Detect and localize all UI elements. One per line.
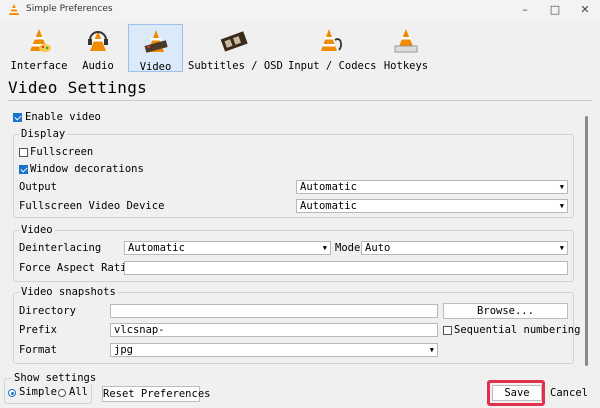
directory-label: Directory <box>19 305 76 317</box>
tab-label: Interface <box>10 60 68 72</box>
simple-label: Simple <box>19 386 57 398</box>
sequential-numbering-checkbox[interactable] <box>443 326 452 335</box>
maximize-button[interactable]: □ <box>540 0 570 20</box>
title-bar[interactable]: Simple Preferences – □ ✕ <box>0 0 600 20</box>
directory-input[interactable] <box>110 304 438 318</box>
display-group-title: Display <box>19 128 68 140</box>
window-title: Simple Preferences <box>26 4 113 14</box>
mode-select[interactable]: Auto ▼ <box>361 241 568 255</box>
cone-palette-icon <box>30 29 51 52</box>
deinterlacing-label: Deinterlacing <box>19 242 102 254</box>
enable-video-checkbox[interactable] <box>13 113 22 122</box>
prefix-input[interactable]: vlcsnap- <box>110 323 438 337</box>
simple-radio[interactable] <box>8 389 16 397</box>
tab-label: Audio <box>82 60 114 72</box>
browse-button[interactable]: Browse... <box>443 303 568 319</box>
chevron-down-icon: ▼ <box>429 346 434 354</box>
cancel-button[interactable]: Cancel <box>548 385 590 401</box>
output-select[interactable]: Automatic ▼ <box>296 180 568 194</box>
minimize-button[interactable]: – <box>510 0 540 20</box>
deinterlacing-value: Automatic <box>128 242 185 254</box>
reset-preferences-button[interactable]: Reset Preferences <box>102 386 210 402</box>
mode-value: Auto <box>365 242 391 254</box>
show-settings-label: Show settings <box>12 372 99 384</box>
fullscreen-label: Fullscreen <box>30 146 94 158</box>
force-aspect-label: Force Aspect Ratio <box>19 262 133 274</box>
cone-cable-icon <box>321 29 342 51</box>
format-label: Format <box>19 344 57 356</box>
format-value: jpg <box>114 344 133 356</box>
tab-hotkeys[interactable]: Hotkeys <box>380 24 432 72</box>
fullscreen-device-select[interactable]: Automatic ▼ <box>296 199 568 213</box>
tab-label: Input / Codecs <box>288 60 377 72</box>
chevron-down-icon: ▼ <box>559 244 564 252</box>
vlc-cone-icon <box>9 4 19 15</box>
tab-label: Video <box>139 61 172 73</box>
tab-video[interactable]: Video <box>128 24 183 73</box>
fullscreen-checkbox[interactable] <box>19 148 28 157</box>
category-toolbar: Interface Audio Video Subtitles / OSD In… <box>0 22 600 74</box>
cone-headphones-icon <box>88 31 108 51</box>
cone-keyboard-icon <box>394 29 418 53</box>
video-group-title: Video <box>19 224 55 236</box>
tab-label: Hotkeys <box>383 60 429 72</box>
window-decorations-label: Window decorations <box>30 163 144 175</box>
page-title: Video Settings <box>8 78 148 97</box>
chevron-down-icon: ▼ <box>322 244 327 252</box>
snapshots-group-title: Video snapshots <box>19 286 118 298</box>
film-strip-icon <box>220 31 248 52</box>
sequential-numbering-label: Sequential numbering <box>454 324 581 336</box>
all-label: All <box>69 386 88 398</box>
fullscreen-device-label: Fullscreen Video Device <box>19 200 165 212</box>
fullscreen-device-value: Automatic <box>300 200 357 212</box>
output-label: Output <box>19 181 57 193</box>
scrollbar[interactable] <box>585 116 588 366</box>
format-select[interactable]: jpg ▼ <box>110 343 438 357</box>
tab-subtitles-osd[interactable]: Subtitles / OSD <box>188 24 283 72</box>
all-radio[interactable] <box>58 389 66 397</box>
chevron-down-icon: ▼ <box>559 202 564 210</box>
save-button[interactable]: Save <box>492 385 542 401</box>
divider <box>8 100 592 101</box>
enable-video-label: Enable video <box>25 111 101 123</box>
tab-interface[interactable]: Interface <box>8 24 70 72</box>
window-decorations-checkbox[interactable] <box>19 165 28 174</box>
output-value: Automatic <box>300 181 357 193</box>
mode-label: Mode <box>335 242 361 254</box>
tab-input-codecs[interactable]: Input / Codecs <box>288 24 377 72</box>
prefix-label: Prefix <box>19 324 57 336</box>
close-button[interactable]: ✕ <box>570 0 600 20</box>
tab-audio[interactable]: Audio <box>72 24 124 72</box>
deinterlacing-select[interactable]: Automatic ▼ <box>124 241 331 255</box>
force-aspect-input[interactable] <box>124 261 568 275</box>
chevron-down-icon: ▼ <box>559 183 564 191</box>
cone-film-icon <box>144 30 168 53</box>
tab-label: Subtitles / OSD <box>188 60 283 72</box>
